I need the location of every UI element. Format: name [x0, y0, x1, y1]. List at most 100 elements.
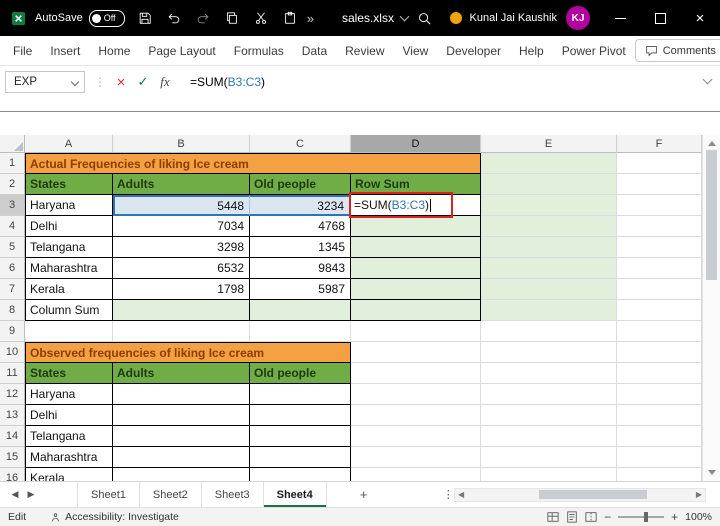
- cell-C3[interactable]: 3234: [250, 195, 351, 216]
- close-button[interactable]: ×: [680, 0, 720, 36]
- cell-C4[interactable]: 4768: [250, 216, 351, 237]
- autosave-toggle[interactable]: Off: [88, 9, 125, 27]
- menu-formulas[interactable]: Formulas: [225, 44, 293, 58]
- maximize-button[interactable]: [640, 0, 680, 36]
- cell-A2[interactable]: States: [25, 174, 113, 195]
- scroll-left-arrow[interactable]: ◀: [455, 490, 467, 499]
- column-header-E[interactable]: E: [481, 135, 617, 153]
- row-header-16[interactable]: 16: [0, 468, 25, 481]
- column-header-F[interactable]: F: [617, 135, 702, 153]
- cell-F14[interactable]: [617, 426, 702, 447]
- cell-B6[interactable]: 6532: [113, 258, 250, 279]
- cell-E11[interactable]: [481, 363, 617, 384]
- cell-E3[interactable]: [481, 195, 617, 216]
- copy-icon[interactable]: [223, 9, 241, 27]
- cancel-button[interactable]: ×: [110, 74, 132, 91]
- cell-D13[interactable]: [351, 405, 481, 426]
- sheet-nav-left-icon[interactable]: ◀: [7, 489, 23, 500]
- cell-A1[interactable]: Actual Frequencies of liking Ice cream: [25, 153, 481, 174]
- page-layout-view-icon[interactable]: [566, 511, 578, 523]
- cell-D6[interactable]: [351, 258, 481, 279]
- cell-D9[interactable]: [351, 321, 481, 342]
- cell-F15[interactable]: [617, 447, 702, 468]
- cell-B16[interactable]: [113, 468, 250, 481]
- cell-C16[interactable]: [250, 468, 351, 481]
- sheet-tab-menu-icon[interactable]: ⋮: [443, 488, 454, 501]
- row-header-13[interactable]: 13: [0, 405, 25, 426]
- cell-A9[interactable]: [25, 321, 113, 342]
- cell-C15[interactable]: [250, 447, 351, 468]
- zoom-in-button[interactable]: +: [671, 510, 678, 524]
- cell-C14[interactable]: [250, 426, 351, 447]
- cell-E9[interactable]: [481, 321, 617, 342]
- name-box[interactable]: EXP: [5, 71, 85, 93]
- cell-E14[interactable]: [481, 426, 617, 447]
- cell-F2[interactable]: [617, 174, 702, 195]
- cell-E10[interactable]: [481, 342, 617, 363]
- cell-D8[interactable]: [351, 300, 481, 321]
- cell-F16[interactable]: [617, 468, 702, 481]
- cell-A16[interactable]: Kerala: [25, 468, 113, 481]
- row-header-3[interactable]: 3: [0, 195, 25, 216]
- horizontal-scroll-thumb[interactable]: [539, 490, 648, 499]
- row-header-5[interactable]: 5: [0, 237, 25, 258]
- cell-F9[interactable]: [617, 321, 702, 342]
- cell-E15[interactable]: [481, 447, 617, 468]
- cell-A4[interactable]: Delhi: [25, 216, 113, 237]
- add-sheet-button[interactable]: +: [355, 486, 373, 504]
- toolbar-overflow-button[interactable]: »: [307, 11, 314, 26]
- undo-button[interactable]: [165, 9, 183, 27]
- cell-B7[interactable]: 1798: [113, 279, 250, 300]
- menu-help[interactable]: Help: [510, 44, 553, 58]
- cell-D14[interactable]: [351, 426, 481, 447]
- sheet-nav-right-icon[interactable]: ▶: [23, 489, 39, 500]
- cell-D10[interactable]: [351, 342, 481, 363]
- row-header-12[interactable]: 12: [0, 384, 25, 405]
- normal-view-icon[interactable]: [547, 511, 559, 523]
- cell-D2[interactable]: Row Sum: [351, 174, 481, 195]
- minimize-button[interactable]: [600, 0, 640, 36]
- cell-B8[interactable]: [113, 300, 250, 321]
- scroll-up-arrow[interactable]: [707, 141, 716, 146]
- cell-B9[interactable]: [113, 321, 250, 342]
- search-icon[interactable]: [416, 9, 434, 27]
- cell-B11[interactable]: Adults: [113, 363, 250, 384]
- notification-icon[interactable]: [449, 12, 462, 24]
- cell-D7[interactable]: [351, 279, 481, 300]
- menu-view[interactable]: View: [394, 44, 438, 58]
- cell-F8[interactable]: [617, 300, 702, 321]
- tab-sheet4-active[interactable]: Sheet4: [263, 482, 327, 507]
- select-all-corner[interactable]: [0, 135, 25, 153]
- row-header-8[interactable]: 8: [0, 300, 25, 321]
- insert-function-button[interactable]: fx: [154, 74, 176, 90]
- cell-A12[interactable]: Haryana: [25, 384, 113, 405]
- cell-D5[interactable]: [351, 237, 481, 258]
- cut-icon[interactable]: [252, 9, 270, 27]
- menu-developer[interactable]: Developer: [437, 44, 510, 58]
- avatar[interactable]: KJ: [566, 6, 590, 30]
- cell-E16[interactable]: [481, 468, 617, 481]
- cell-F13[interactable]: [617, 405, 702, 426]
- cell-A5[interactable]: Telangana: [25, 237, 113, 258]
- horizontal-scrollbar[interactable]: ◀ ▶: [454, 487, 706, 502]
- cell-F5[interactable]: [617, 237, 702, 258]
- cell-A3[interactable]: Haryana: [25, 195, 113, 216]
- cell-C9[interactable]: [250, 321, 351, 342]
- cell-F11[interactable]: [617, 363, 702, 384]
- accessibility-checker[interactable]: Accessibility: Investigate: [50, 511, 179, 523]
- cell-C2[interactable]: Old people: [250, 174, 351, 195]
- cell-D12[interactable]: [351, 384, 481, 405]
- save-button[interactable]: [136, 9, 154, 27]
- column-header-B[interactable]: B: [113, 135, 250, 153]
- row-header-11[interactable]: 11: [0, 363, 25, 384]
- cell-B5[interactable]: 3298: [113, 237, 250, 258]
- cell-D16[interactable]: [351, 468, 481, 481]
- menu-data[interactable]: Data: [293, 44, 336, 58]
- column-header-C[interactable]: C: [250, 135, 351, 153]
- menu-review[interactable]: Review: [336, 44, 393, 58]
- cell-B14[interactable]: [113, 426, 250, 447]
- enter-button[interactable]: ✓: [132, 74, 154, 90]
- cell-A13[interactable]: Delhi: [25, 405, 113, 426]
- cell-D11[interactable]: [351, 363, 481, 384]
- row-header-10[interactable]: 10: [0, 342, 25, 363]
